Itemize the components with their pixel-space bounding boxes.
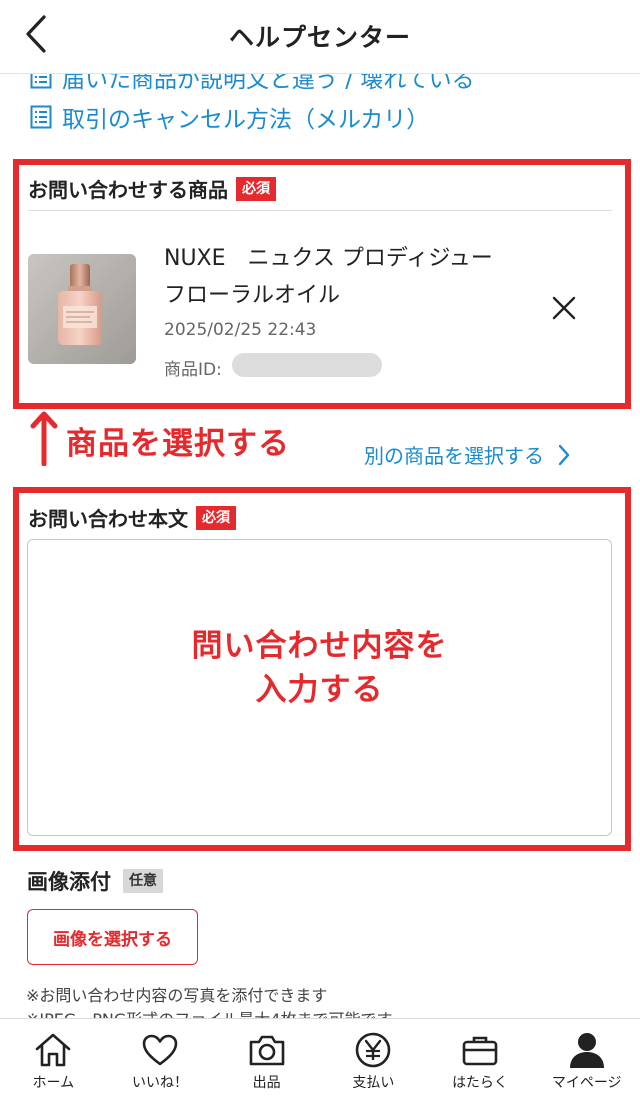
product-section-label: お問い合わせする商品	[28, 178, 228, 202]
tab-label: ホーム	[32, 1075, 75, 1091]
required-badge: 必須	[196, 505, 236, 530]
remove-product-button[interactable]	[548, 294, 580, 326]
tab-likes[interactable]: いいね！	[107, 1019, 214, 1104]
tab-payment[interactable]: 支払い	[320, 1019, 427, 1104]
tab-label: マイページ	[551, 1075, 622, 1091]
image-note-1: ※お問い合わせ内容の写真を添付できます	[26, 986, 328, 1005]
tab-home[interactable]: ホーム	[0, 1019, 107, 1104]
product-id-label: 商品ID:	[164, 360, 222, 380]
product-thumbnail	[28, 254, 136, 364]
help-link-cancel[interactable]: 取引のキャンセル方法（メルカリ）	[30, 100, 429, 134]
app-header: ヘルプセンター	[0, 0, 640, 74]
tab-mypage[interactable]: マイページ	[533, 1019, 640, 1104]
close-icon	[551, 295, 577, 325]
home-icon	[34, 1031, 72, 1069]
chevron-right-icon	[558, 444, 570, 466]
annotation-select-product: 商品を選択する	[66, 426, 290, 462]
yen-icon	[354, 1031, 392, 1069]
required-badge: 必須	[236, 176, 276, 201]
section-divider	[28, 210, 612, 211]
inquiry-body-textarea[interactable]	[27, 539, 612, 836]
arrow-up-icon	[30, 410, 58, 470]
body-section-label: お問い合わせ本文	[28, 507, 188, 531]
tab-label: いいね！	[132, 1075, 188, 1091]
image-section-label: 画像添付	[27, 870, 111, 894]
heart-icon	[141, 1031, 179, 1069]
document-icon	[30, 105, 52, 129]
select-other-label: 別の商品を選択する	[364, 444, 544, 468]
tab-label: 出品	[252, 1075, 281, 1091]
product-section-title: お問い合わせする商品 必須	[28, 174, 276, 203]
tab-sell[interactable]: 出品	[213, 1019, 320, 1104]
bottom-tab-bar: ホーム いいね！ 出品 支払い はたらく マイページ	[0, 1018, 640, 1104]
body-section-title: お問い合わせ本文 必須	[28, 503, 236, 532]
page: 届いた商品が説明文と違う / 壊れている 取引のキャンセル方法（メルカリ） ヘル…	[0, 0, 640, 1104]
optional-badge: 任意	[123, 869, 163, 893]
select-image-button[interactable]: 画像を選択する	[27, 909, 198, 965]
product-id-redacted	[232, 353, 382, 377]
image-section-title: 画像添付 任意	[27, 866, 163, 896]
briefcase-icon	[461, 1031, 499, 1069]
product-date: 2025/02/25 22:43	[164, 320, 317, 340]
person-icon	[568, 1031, 606, 1069]
tab-label: 支払い	[352, 1075, 395, 1091]
help-link-label: 取引のキャンセル方法（メルカリ）	[62, 107, 430, 133]
camera-icon	[248, 1031, 286, 1069]
tab-label: はたらく	[452, 1075, 508, 1091]
page-title: ヘルプセンター	[228, 23, 411, 52]
select-other-product-link[interactable]: 別の商品を選択する	[364, 440, 570, 469]
tab-work[interactable]: はたらく	[427, 1019, 534, 1104]
product-name: NUXE ニュクス プロディジューフローラルオイル	[164, 246, 493, 308]
